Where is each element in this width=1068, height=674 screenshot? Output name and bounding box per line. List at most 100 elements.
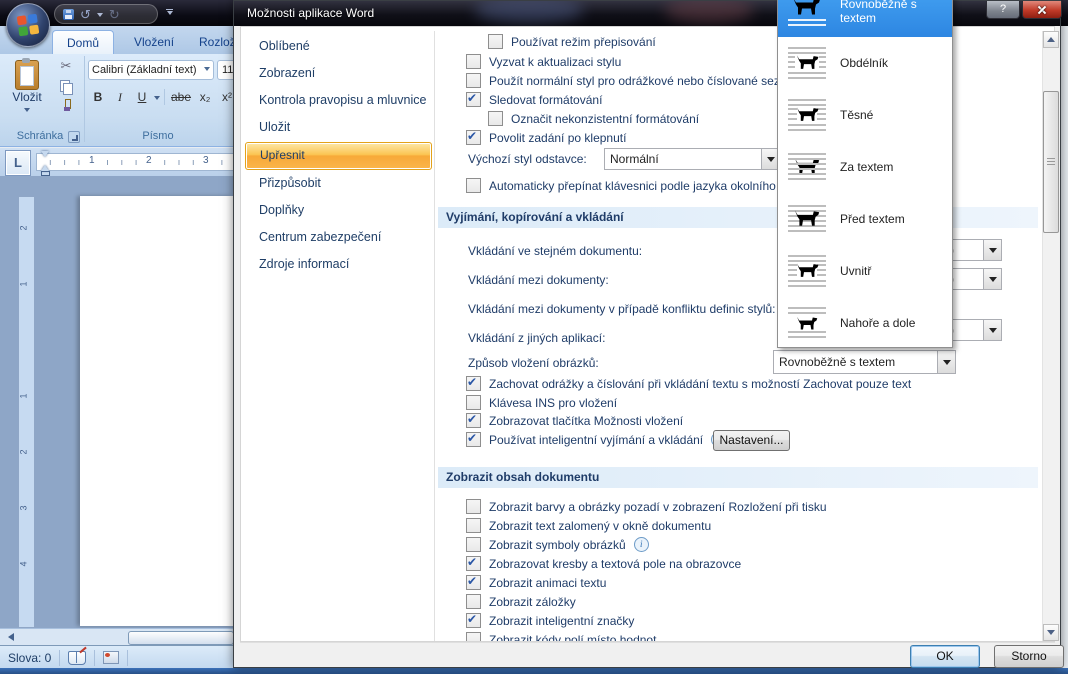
insert-pictures-as-combobox[interactable]: Rovnoběžně s textem xyxy=(773,350,956,374)
default-style-label: Výchozí styl odstavce: xyxy=(468,152,587,166)
document-page[interactable] xyxy=(80,196,233,626)
checkbox[interactable] xyxy=(466,632,481,641)
checkbox[interactable] xyxy=(466,178,481,193)
checkbox-label: Sledovat formátování xyxy=(489,92,603,107)
checkbox-row: Povolit zadání po klepnutí xyxy=(466,129,626,145)
redo-icon[interactable]: ↻ xyxy=(109,8,120,21)
paste-dropdown-icon xyxy=(24,108,30,115)
checkbox[interactable] xyxy=(466,54,481,69)
checkbox[interactable] xyxy=(466,91,481,107)
checkbox[interactable] xyxy=(466,395,481,410)
undo-icon[interactable]: ↺ xyxy=(80,8,91,21)
bold-button[interactable]: B xyxy=(88,90,108,104)
ok-button[interactable]: OK xyxy=(910,645,980,668)
tab-home[interactable]: Domů xyxy=(52,30,115,55)
checkbox-label: Zobrazit kódy polí místo hodnot xyxy=(489,632,657,642)
checkbox[interactable] xyxy=(466,499,481,514)
chevron-down-icon[interactable] xyxy=(983,320,1001,340)
checkbox-row: Použít normální styl pro odrážkové nebo … xyxy=(466,73,809,88)
scrollbar-thumb[interactable] xyxy=(1043,91,1059,233)
dropdown-item-in-front[interactable]: Před textem xyxy=(778,193,952,245)
proofing-status-icon[interactable] xyxy=(68,650,87,665)
sidebar-item-display[interactable]: Zobrazení xyxy=(259,66,315,80)
scrollbar-thumb[interactable] xyxy=(128,631,234,645)
dropdown-item-tight[interactable]: Těsné xyxy=(778,89,952,141)
ruler-number: 4 xyxy=(18,561,29,567)
checkbox[interactable] xyxy=(466,537,481,552)
scroll-down-icon[interactable] xyxy=(1043,624,1059,641)
checkbox[interactable] xyxy=(466,129,481,145)
save-icon[interactable] xyxy=(63,8,74,20)
checkbox[interactable] xyxy=(466,412,481,428)
checkbox[interactable] xyxy=(466,73,481,88)
dropdown-item-inline[interactable]: Rovnoběžně s textem xyxy=(778,0,952,37)
font-format-buttons: B I U abe x₂ x² xyxy=(88,86,237,108)
dialog-scrollbar[interactable] xyxy=(1042,31,1059,641)
tab-insert[interactable]: Vložení xyxy=(120,30,188,54)
dropdown-item-through[interactable]: Uvnitř xyxy=(778,245,952,297)
paste-button[interactable]: Vložit xyxy=(6,58,48,126)
checkbox[interactable] xyxy=(466,375,481,391)
checkbox[interactable] xyxy=(466,518,481,533)
default-style-combobox[interactable]: Normální xyxy=(604,148,780,170)
ruler-number: 1 xyxy=(87,155,97,166)
smart-paste-settings-button[interactable]: Nastavení... xyxy=(713,430,790,451)
tab-stop-selector[interactable]: L xyxy=(5,150,31,176)
office-button[interactable] xyxy=(6,3,50,47)
sidebar-item-customize[interactable]: Přizpůsobit xyxy=(259,176,321,190)
scroll-left-icon[interactable] xyxy=(4,633,14,641)
subscript-button[interactable]: x₂ xyxy=(195,90,215,104)
underline-dropdown-icon[interactable] xyxy=(154,95,160,103)
sidebar-item-proofing[interactable]: Kontrola pravopisu a mluvnice xyxy=(259,93,426,107)
checkbox-row: Zachovat odrážky a číslování při vkládán… xyxy=(466,375,911,391)
checkbox[interactable] xyxy=(466,594,481,609)
checkbox[interactable] xyxy=(466,555,481,571)
chevron-down-icon[interactable] xyxy=(937,351,955,373)
checkbox-label: Používat režim přepisování xyxy=(511,34,656,49)
scroll-up-icon[interactable] xyxy=(1043,31,1059,48)
checkbox-row: Vyzvat k aktualizaci stylu xyxy=(466,54,621,69)
sidebar-item-resources[interactable]: Zdroje informací xyxy=(259,257,349,271)
ruler-number: 1 xyxy=(18,393,29,399)
chevron-down-icon[interactable] xyxy=(983,269,1001,289)
checkbox-label: Zobrazovat kresby a textová pole na obra… xyxy=(489,556,742,571)
checkbox[interactable] xyxy=(488,34,503,49)
macro-record-icon[interactable] xyxy=(103,651,120,664)
word-count[interactable]: Slova: 0 xyxy=(8,651,51,665)
sidebar-item-trust-center[interactable]: Centrum zabezpečení xyxy=(259,230,381,244)
undo-dropdown-icon[interactable] xyxy=(96,12,103,20)
format-painter-icon[interactable] xyxy=(60,99,73,112)
checkbox[interactable] xyxy=(466,431,481,447)
sidebar-item-addins[interactable]: Doplňky xyxy=(259,203,304,217)
dropdown-item-label: Rovnoběžně s textem xyxy=(840,0,917,25)
checkbox-row: Zobrazit inteligentní značky xyxy=(466,612,634,628)
checkbox[interactable] xyxy=(466,574,481,590)
cut-icon[interactable]: ✂ xyxy=(61,58,72,74)
sidebar-item-save[interactable]: Uložit xyxy=(259,120,290,134)
sidebar-item-advanced[interactable]: Upřesnit xyxy=(245,142,432,170)
italic-button[interactable]: I xyxy=(110,90,130,105)
horizontal-scrollbar[interactable] xyxy=(0,628,234,646)
close-button[interactable] xyxy=(1022,1,1062,19)
help-button[interactable]: ? xyxy=(986,1,1020,19)
font-name-combobox[interactable]: Calibri (Základní text) xyxy=(88,60,214,80)
strikethrough-button[interactable]: abe xyxy=(169,90,193,104)
dropdown-item-top-bottom[interactable]: Nahoře a dole xyxy=(778,297,952,349)
chevron-down-icon[interactable] xyxy=(983,240,1001,260)
status-bar: Slova: 0 xyxy=(0,645,233,669)
dialog-footer: OK Storno xyxy=(240,642,1064,668)
qat-customize-icon[interactable] xyxy=(166,9,173,18)
clipboard-dialog-launcher-icon[interactable] xyxy=(68,131,80,143)
underline-button[interactable]: U xyxy=(132,90,152,104)
horizontal-ruler: 1 2 3 xyxy=(36,151,235,176)
dropdown-item-square[interactable]: Obdélník xyxy=(778,37,952,89)
checkbox[interactable] xyxy=(466,612,481,628)
dropdown-item-behind-text[interactable]: Za textem xyxy=(778,141,952,193)
cancel-button[interactable]: Storno xyxy=(994,645,1064,668)
font-size-value: 11 xyxy=(222,64,234,76)
section-header-show-document-content: Zobrazit obsah dokumentu xyxy=(438,467,1038,488)
sidebar-item-popular[interactable]: Oblíbené xyxy=(259,39,310,53)
indent-markers[interactable] xyxy=(41,151,50,176)
copy-icon[interactable] xyxy=(60,80,73,95)
checkbox[interactable] xyxy=(488,111,503,126)
